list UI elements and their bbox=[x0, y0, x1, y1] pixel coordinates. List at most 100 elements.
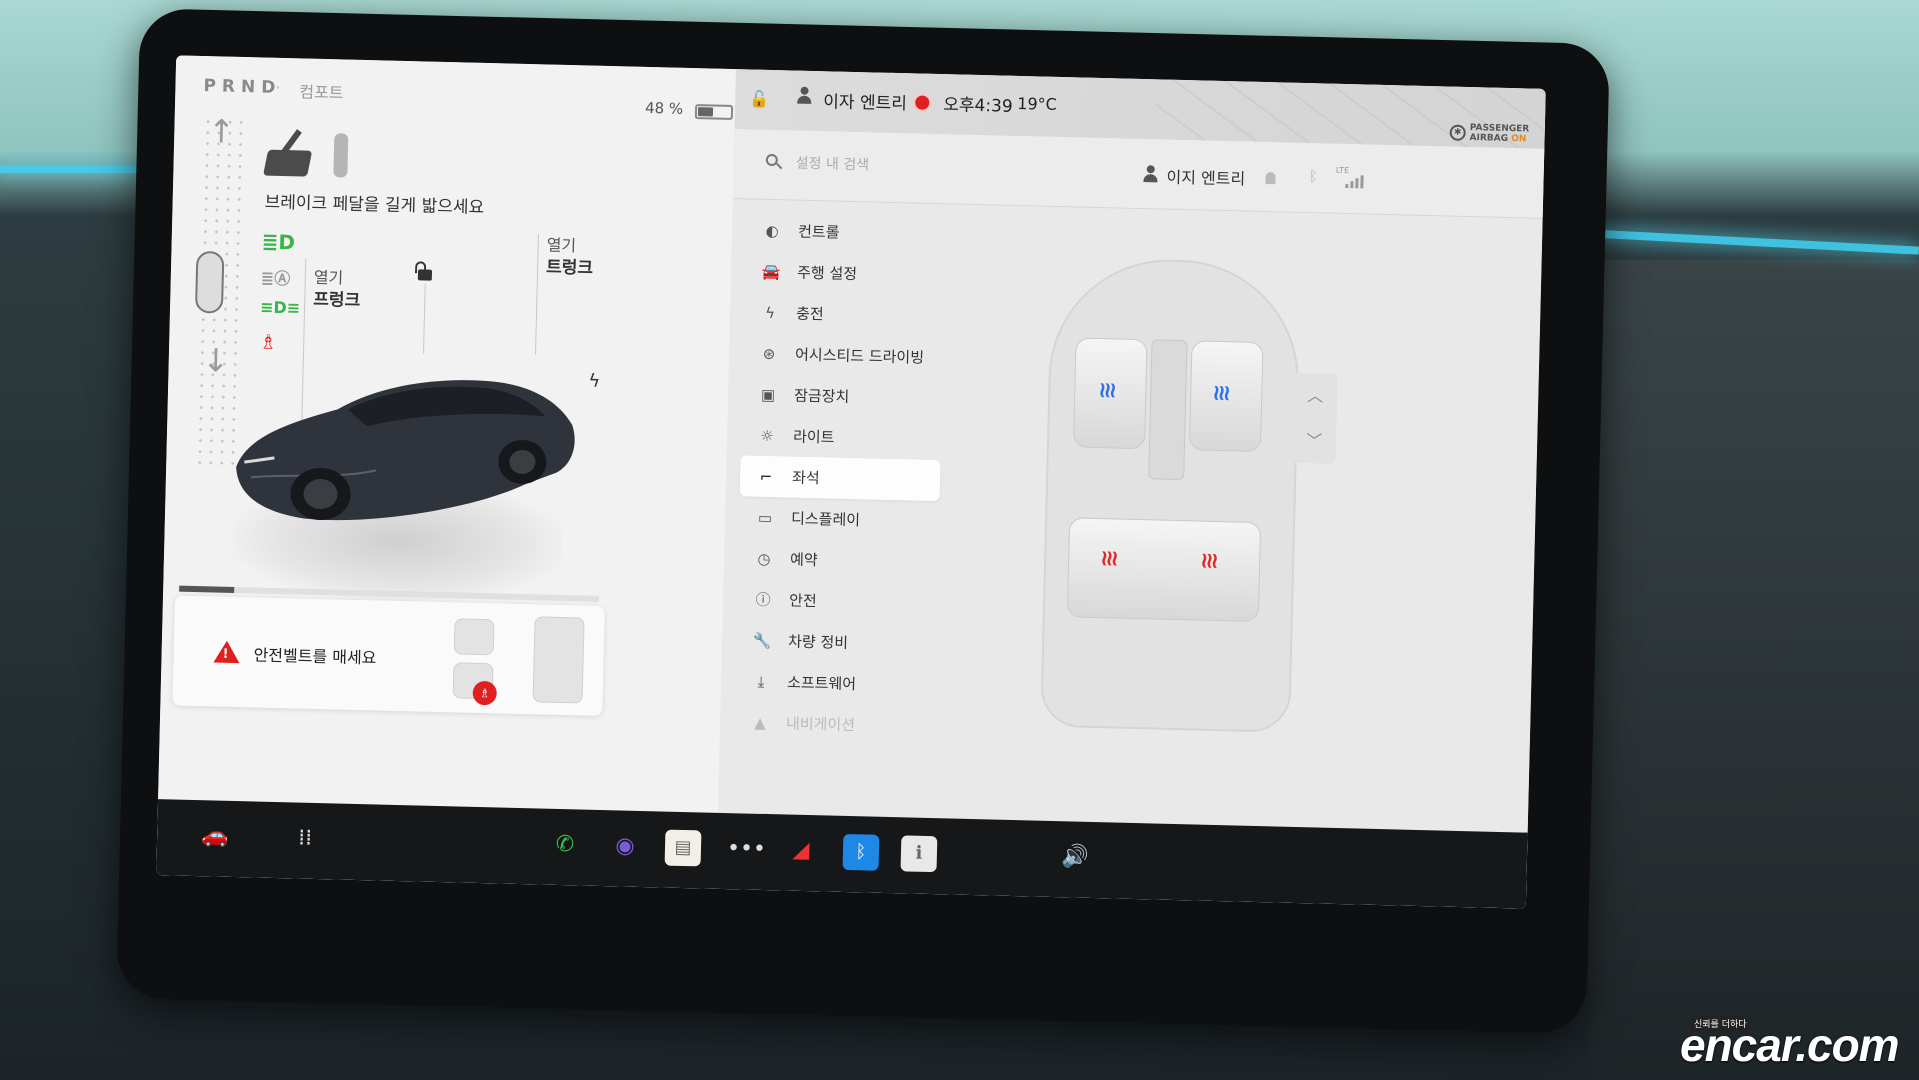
gear-selector: PRND bbox=[203, 76, 282, 98]
trunk-open-button[interactable]: 열기 트렁크 bbox=[546, 234, 594, 279]
touchscreen: PRND · 컴포트 48 % ↑ ↓ 브레이크 페달을 길게 밟으세요 ≣D … bbox=[156, 55, 1546, 909]
center-console bbox=[1148, 339, 1188, 481]
shift-up-arrow-icon[interactable]: ↑ bbox=[206, 112, 237, 151]
unlock-icon[interactable] bbox=[414, 261, 433, 281]
trunk-action: 열기 bbox=[546, 235, 577, 256]
menu-item-label: 차량 정비 bbox=[787, 632, 849, 652]
wrench-icon: 🔧 bbox=[752, 631, 772, 650]
lightning-icon: ϟ bbox=[764, 303, 776, 322]
menu-item[interactable]: ◷ 예약 bbox=[738, 537, 939, 583]
menu-item[interactable]: ϟ 충전 bbox=[744, 291, 945, 337]
chevron-down-icon[interactable]: ﹀ bbox=[1292, 418, 1337, 464]
driver-profile[interactable]: 이자 엔트리 bbox=[823, 87, 907, 114]
car-status-panel: PRND · 컴포트 48 % ↑ ↓ 브레이크 페달을 길게 밟으세요 ≣D … bbox=[156, 55, 737, 889]
toggle-icon: ◐ bbox=[765, 221, 779, 240]
manual-icon[interactable]: ℹ bbox=[900, 835, 938, 873]
shift-down-arrow-icon[interactable]: ↓ bbox=[200, 341, 231, 380]
seat-heater-rear-right-icon[interactable]: ≀≀≀ bbox=[1200, 549, 1216, 574]
menu-item-label: 내비게이션 bbox=[785, 714, 856, 735]
settings-search-input[interactable] bbox=[795, 150, 1047, 183]
settings-panel: 🔓 이자 엔트리 오후4:39 19°C ✱ PASSENGER AIRBAG … bbox=[716, 69, 1546, 909]
profile-button[interactable]: 이지 엔트리 bbox=[1166, 164, 1245, 190]
car-3d-model[interactable] bbox=[225, 327, 590, 536]
settings-menu: ◐ 컨트롤 🚘 주행 설정 ϟ 충전 ⊛ 어시스티드 드라이빙 ▣ 잠금장치 ☼ 라이트 ⌐ 좌석 ▭ 디스플… bbox=[734, 209, 947, 747]
camera-icon[interactable]: ◉ bbox=[607, 828, 644, 865]
menu-item[interactable]: ▲ 내비게이션 bbox=[734, 701, 935, 747]
tesla-app-icon[interactable]: ◢ bbox=[783, 832, 820, 869]
watermark-logo: encar.com bbox=[1680, 1019, 1900, 1071]
menu-item[interactable]: ▭ 디스플레이 bbox=[739, 496, 940, 542]
drive-mode: 컴포트 bbox=[299, 82, 344, 103]
car-icon[interactable]: 🚗 bbox=[197, 818, 234, 855]
menu-item[interactable]: ⤓ 소프트웨어 bbox=[735, 660, 936, 706]
display-icon: ▭ bbox=[757, 508, 773, 527]
more-icon[interactable]: ••• bbox=[727, 831, 767, 868]
menu-item[interactable]: ☼ 라이트 bbox=[741, 414, 942, 460]
seat-scroll-controls: ︿ ﹀ bbox=[1291, 372, 1338, 464]
user-icon bbox=[797, 86, 812, 105]
dashcam-record-icon[interactable] bbox=[915, 95, 930, 110]
menu-item[interactable]: 🔧 차량 정비 bbox=[736, 619, 937, 665]
menu-item-label: 소프트웨어 bbox=[786, 673, 857, 694]
battery-level bbox=[697, 107, 714, 117]
battery-icon bbox=[694, 104, 734, 121]
notification-bell-icon[interactable] bbox=[1265, 172, 1276, 185]
seat-heater-front-right-icon[interactable]: ≀≀≀ bbox=[1212, 381, 1228, 406]
frunk-name: 프렁크 bbox=[313, 289, 361, 311]
menu-item-label: 라이트 bbox=[792, 427, 835, 447]
menu-item-label: 컨트롤 bbox=[797, 222, 840, 242]
user-icon bbox=[1143, 165, 1158, 183]
frunk-action: 열기 bbox=[313, 267, 344, 288]
headlight-icon: ≣D bbox=[261, 229, 296, 255]
menu-item-label: 충전 bbox=[795, 304, 824, 324]
outside-temperature: 19°C bbox=[1017, 93, 1058, 114]
steering-wheel-icon: ⊛ bbox=[762, 344, 776, 363]
bluetooth-icon[interactable]: ᛒ bbox=[842, 833, 880, 871]
dashboard-ambient-light-left bbox=[0, 165, 140, 173]
menu-item-label: 디스플레이 bbox=[790, 509, 861, 530]
gear-car-icon bbox=[194, 250, 225, 314]
lock-icon: ▣ bbox=[760, 385, 776, 404]
signal-strength-icon bbox=[1345, 174, 1364, 189]
climate-icon[interactable]: ⁞⁞ bbox=[287, 820, 324, 857]
menu-item[interactable]: ▣ 잠금장치 bbox=[742, 373, 943, 419]
menu-item[interactable]: ⊛ 어시스티드 드라이빙 bbox=[743, 332, 944, 378]
seat-icon: ⌐ bbox=[759, 467, 773, 486]
separator: · bbox=[275, 77, 281, 97]
seat-heater-map: ≀≀≀ ≀≀≀ ≀≀≀ ≀≀≀ bbox=[1000, 226, 1343, 754]
volume-icon[interactable]: 🔊 bbox=[1056, 839, 1093, 876]
menu-item[interactable]: ⌐ 좌석 bbox=[739, 455, 941, 502]
chevron-up-icon[interactable]: ︿ bbox=[1293, 373, 1338, 419]
frunk-open-button[interactable]: 열기 프렁크 bbox=[313, 267, 361, 312]
seat-occupancy-diagram bbox=[432, 610, 594, 710]
menu-item-label: 주행 설정 bbox=[796, 263, 858, 284]
seat-heater-rear-left-icon[interactable]: ≀≀≀ bbox=[1100, 546, 1116, 571]
auto-headlight-icon: ≣Ⓐ bbox=[260, 268, 291, 289]
dashboard-panel-right bbox=[1589, 260, 1919, 1080]
seatbelt-alert-card[interactable]: ! 안전벨트를 매세요 ♗ bbox=[172, 595, 605, 716]
battery-percent: 48 % bbox=[644, 98, 684, 118]
search-icon bbox=[765, 153, 783, 170]
seat-rear-bench bbox=[1066, 517, 1262, 623]
phone-icon[interactable]: ✆ bbox=[547, 827, 584, 864]
menu-item-label: 잠금장치 bbox=[793, 386, 850, 406]
menu-item-label: 어시스티드 드라이빙 bbox=[794, 345, 925, 367]
seat-heater-front-left-icon[interactable]: ≀≀≀ bbox=[1098, 378, 1114, 403]
lock-status-icon[interactable]: 🔓 bbox=[749, 89, 769, 108]
passenger-airbag-status: PASSENGER AIRBAG ON bbox=[1469, 123, 1530, 145]
menu-item-label: 좌석 bbox=[791, 468, 820, 488]
charge-port-icon[interactable]: ϟ bbox=[588, 371, 600, 392]
light-icon: ☼ bbox=[760, 426, 775, 445]
notes-icon[interactable]: ▤ bbox=[664, 829, 702, 867]
menu-item[interactable]: ◐ 컨트롤 bbox=[746, 209, 947, 255]
menu-item-label: 예약 bbox=[789, 550, 818, 570]
trunk-name: 트렁크 bbox=[545, 257, 594, 279]
navigation-icon: ▲ bbox=[754, 713, 767, 732]
car-icon: 🚘 bbox=[761, 262, 781, 281]
alert-progress-fill bbox=[179, 585, 234, 593]
download-icon: ⤓ bbox=[757, 672, 765, 691]
seatbelt-alert-text: 안전벨트를 매세요 bbox=[253, 645, 377, 668]
menu-item[interactable]: 🚘 주행 설정 bbox=[745, 250, 946, 296]
menu-item[interactable]: ⓘ 안전 bbox=[737, 578, 938, 624]
clock-icon: ◷ bbox=[757, 549, 771, 568]
